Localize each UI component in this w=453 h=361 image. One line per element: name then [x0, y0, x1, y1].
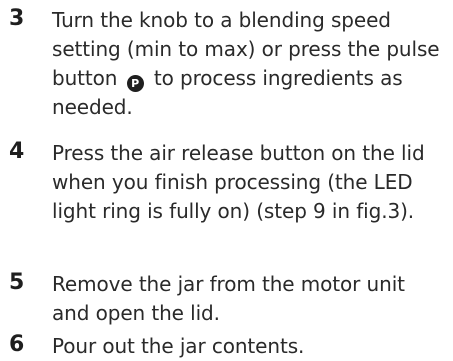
step-text: Press the air release button on the lid … — [52, 141, 425, 223]
step-number: 6 — [9, 332, 25, 357]
step-number: 5 — [9, 270, 25, 295]
step-number: 3 — [9, 6, 25, 31]
step-number: 4 — [9, 139, 25, 164]
pulse-button-icon: P — [126, 75, 144, 92]
step-text: Turn the knob to a blending speed settin… — [52, 6, 447, 122]
step-text: Remove the jar from the motor unit and o… — [52, 272, 405, 325]
step-text: Pour out the jar contents. — [52, 334, 305, 358]
